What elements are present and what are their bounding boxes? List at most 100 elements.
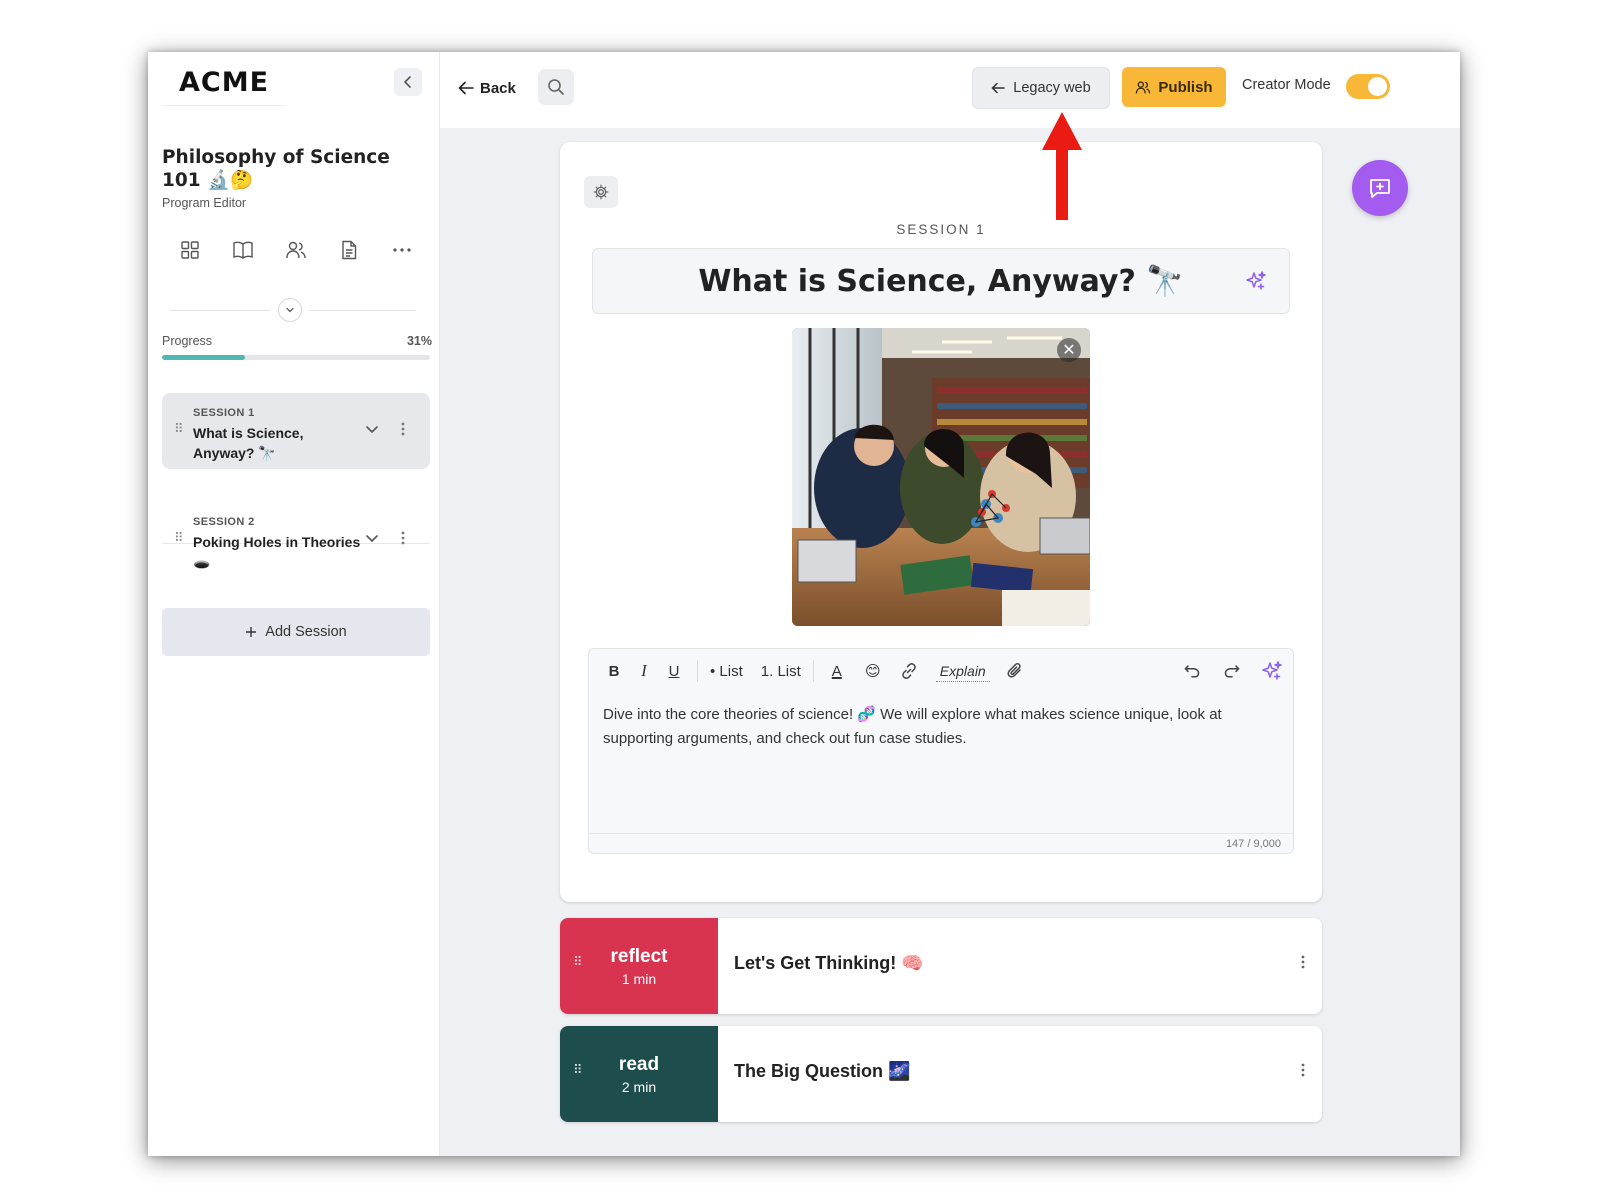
rich-text-editor: B I U • List 1. List A 😊 Explain Dive in…	[588, 648, 1294, 854]
link-button[interactable]	[894, 656, 924, 686]
activity-duration: 2 min	[621, 1078, 657, 1095]
divider	[310, 310, 416, 311]
plus-icon	[246, 627, 257, 637]
session-menu-button[interactable]	[400, 530, 406, 551]
chevron-down-icon	[366, 535, 378, 543]
chevron-left-icon	[403, 76, 411, 88]
progress-value: 31%	[406, 334, 432, 348]
arrow-left-icon	[991, 82, 1006, 94]
search-button[interactable]	[538, 69, 574, 105]
bold-button[interactable]: B	[599, 656, 629, 686]
activity-type-tag: ⠿ reflect 1 min	[560, 918, 718, 1014]
activity-title: The Big Question 🌌	[734, 1061, 911, 1081]
session-label: SESSION 1	[193, 407, 255, 419]
character-count: 147 / 9,000	[1225, 838, 1281, 850]
undo-icon	[1184, 665, 1200, 678]
chevron-down-icon	[286, 307, 294, 313]
creator-mode-toggle[interactable]	[1346, 74, 1390, 99]
session-label: SESSION 2	[193, 516, 255, 528]
paperclip-icon	[1007, 663, 1021, 678]
grid-icon	[181, 241, 199, 259]
activity-type: read	[618, 1053, 660, 1075]
text-color-button[interactable]: A	[822, 656, 852, 686]
redo-button[interactable]	[1217, 656, 1247, 686]
more-horizontal-icon	[393, 248, 411, 252]
drag-handle-icon[interactable]: ⠿	[573, 955, 583, 968]
users-icon	[286, 241, 306, 259]
chevron-down-icon	[366, 426, 378, 434]
session-expand-button[interactable]	[364, 530, 380, 551]
activity-duration: 1 min	[621, 970, 657, 987]
remove-image-button[interactable]: ✕	[1057, 338, 1081, 362]
activity-type: reflect	[610, 945, 668, 967]
nav-more-button[interactable]	[380, 235, 424, 265]
activity-title: Let's Get Thinking! 🧠	[734, 953, 924, 973]
publish-button[interactable]: Publish	[1122, 67, 1226, 107]
nav-grid-button[interactable]	[168, 235, 212, 265]
progress-fill	[162, 355, 246, 360]
session-item[interactable]: ⠿ SESSION 1 What is Science, Anyway? 🔭	[162, 393, 430, 469]
session-title-input[interactable]: What is Science, Anyway? 🔭	[592, 248, 1290, 314]
emoji-button[interactable]: 😊	[858, 656, 888, 686]
gear-icon	[593, 184, 609, 200]
activity-menu-button[interactable]	[1300, 954, 1306, 975]
sidebar: ACME Philosophy of Science 101 🔬🤔 Progra…	[148, 52, 440, 1156]
bullet-list-button[interactable]: • List	[706, 656, 747, 686]
session-expand-button[interactable]	[364, 421, 380, 442]
link-icon	[902, 663, 916, 679]
divider	[170, 310, 270, 311]
progress-bar	[162, 355, 430, 360]
nav-users-button[interactable]	[274, 235, 318, 265]
back-button[interactable]: Back	[458, 74, 516, 102]
drag-handle-icon[interactable]: ⠿	[174, 531, 183, 544]
toggle-knob	[1368, 77, 1387, 96]
ai-assist-button[interactable]	[1257, 656, 1287, 686]
activity-menu-button[interactable]	[1300, 1062, 1306, 1083]
session-cover-image: ✕	[792, 328, 1090, 626]
app-window: ACME Philosophy of Science 101 🔬🤔 Progra…	[148, 52, 1460, 1156]
underline-button[interactable]: U	[659, 656, 689, 686]
legacy-web-button[interactable]: Legacy web	[972, 67, 1110, 109]
add-session-button[interactable]: Add Session	[162, 608, 430, 656]
annotation-arrow	[1042, 112, 1082, 220]
session-description[interactable]: Dive into the core theories of science! …	[603, 703, 1283, 751]
publish-label: Publish	[1158, 78, 1213, 96]
sidebar-nav-icons	[168, 235, 424, 265]
progress-label: Progress	[162, 334, 213, 348]
creator-mode-label: Creator Mode	[1242, 77, 1331, 93]
session-title: Poking Holes in Theories 🕳️	[193, 534, 361, 570]
session-item[interactable]: ⠿ SESSION 2 Poking Holes in Theories 🕳️	[162, 502, 430, 578]
ai-generate-title-button[interactable]	[1245, 270, 1267, 297]
numbered-list-button[interactable]: 1. List	[757, 656, 805, 686]
main-content: SESSION 1 What is Science, Anyway? 🔭 ✕ B…	[440, 128, 1460, 1156]
drag-handle-icon[interactable]: ⠿	[174, 422, 183, 435]
program-subtitle: Program Editor	[162, 196, 247, 210]
session-title: What is Science, Anyway? 🔭	[193, 425, 304, 461]
message-plus-icon	[1370, 179, 1390, 198]
users-icon	[1136, 80, 1151, 93]
session-settings-button[interactable]	[584, 176, 618, 208]
undo-button[interactable]	[1177, 656, 1207, 686]
redo-icon	[1224, 665, 1240, 678]
italic-button[interactable]: I	[629, 656, 659, 686]
comment-button[interactable]	[1352, 160, 1408, 216]
nav-book-button[interactable]	[221, 235, 265, 265]
toolbar-divider	[812, 660, 814, 682]
session-label: SESSION 1	[896, 222, 986, 237]
session-title: What is Science, Anyway? 🔭	[698, 263, 1184, 299]
explain-button[interactable]: Explain	[935, 660, 990, 682]
logo-text: ACME	[178, 67, 270, 98]
top-bar: Back Legacy web Publish Creator Mode	[440, 52, 1460, 128]
document-icon	[342, 240, 357, 260]
collapse-sidebar-button[interactable]	[394, 68, 422, 96]
session-menu-button[interactable]	[400, 421, 406, 442]
activity-card[interactable]: ⠿ reflect 1 min Let's Get Thinking! 🧠	[560, 918, 1322, 1014]
nav-document-button[interactable]	[327, 235, 371, 265]
drag-handle-icon[interactable]: ⠿	[573, 1063, 583, 1076]
more-vertical-icon	[401, 422, 405, 436]
sparkle-icon	[1246, 271, 1266, 290]
activity-card[interactable]: ⠿ read 2 min The Big Question 🌌	[560, 1026, 1322, 1122]
attach-button[interactable]	[1000, 656, 1030, 686]
expand-toggle[interactable]	[278, 298, 302, 322]
program-title: Philosophy of Science 101 🔬🤔	[162, 147, 390, 191]
